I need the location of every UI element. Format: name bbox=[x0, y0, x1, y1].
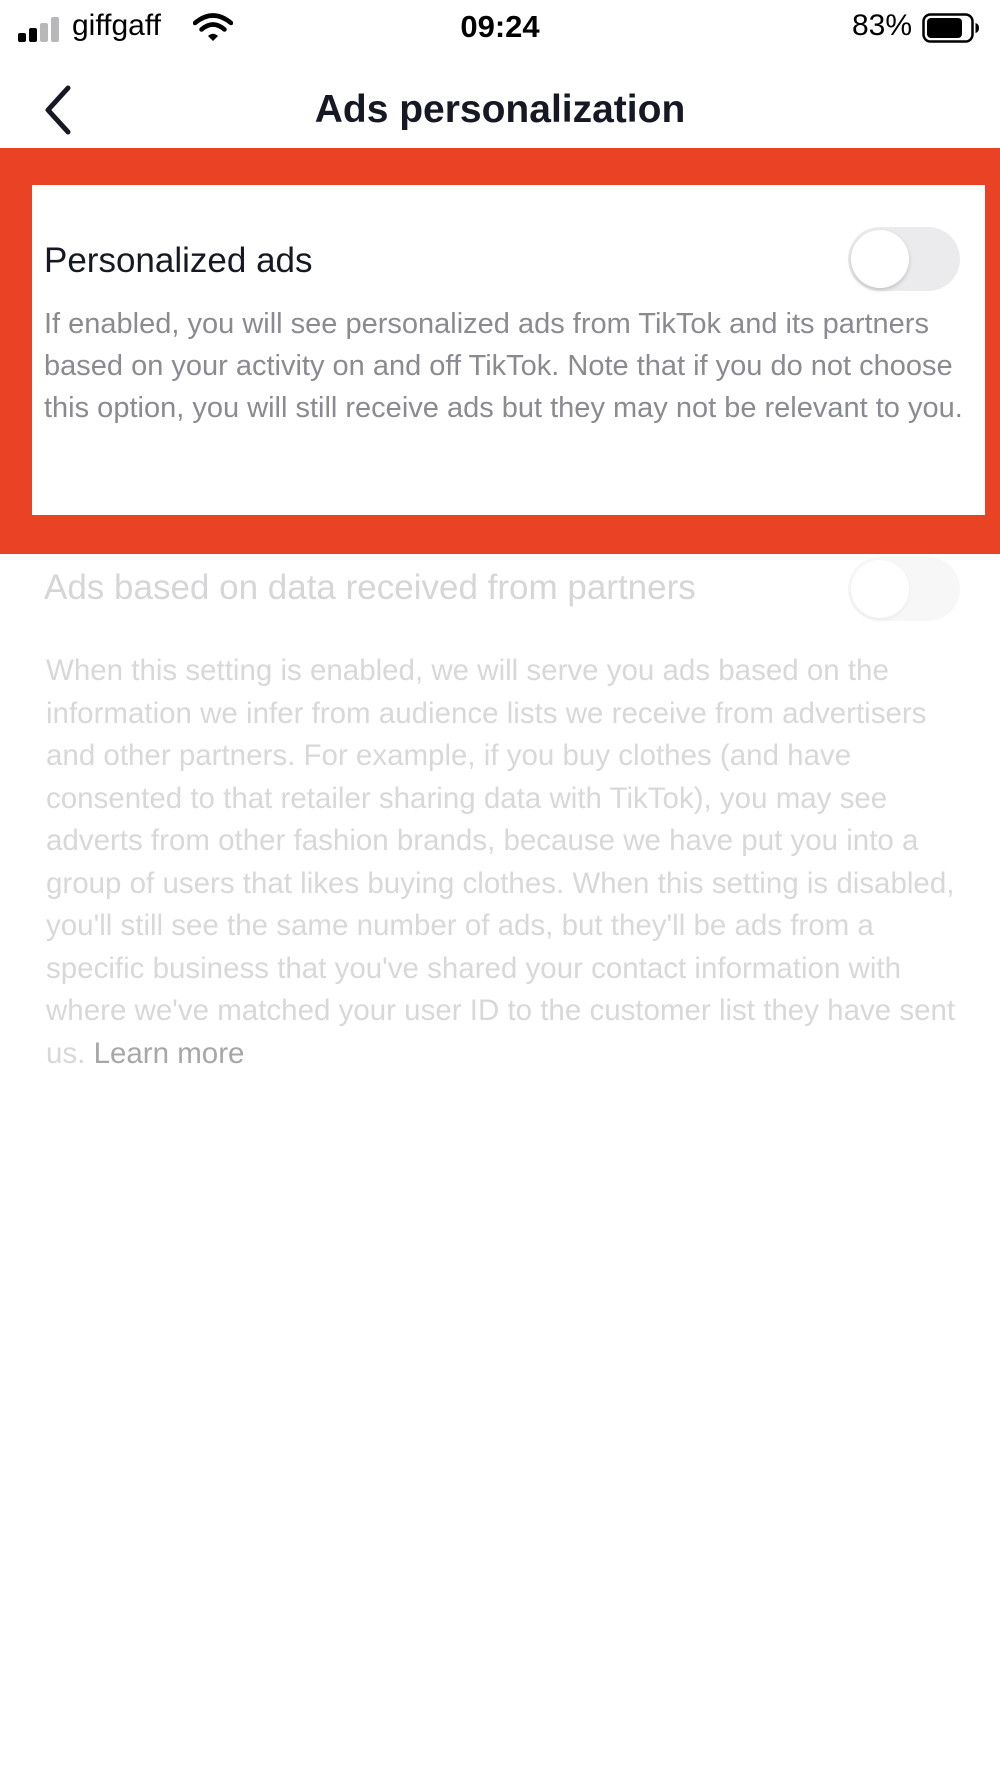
toggle-knob bbox=[851, 230, 909, 288]
highlight-box: Personalized ads If enabled, you will se… bbox=[0, 148, 1000, 554]
status-time: 09:24 bbox=[460, 9, 540, 44]
nav-bar: Ads personalization bbox=[0, 58, 1000, 148]
battery-icon bbox=[922, 13, 980, 43]
page-title: Ads personalization bbox=[314, 88, 686, 131]
setting-description: If enabled, you will see personalized ad… bbox=[44, 308, 963, 424]
partner-data-ads-toggle[interactable] bbox=[848, 557, 960, 621]
setting-description: When this setting is enabled, we will se… bbox=[46, 650, 966, 1075]
status-bar: giffgaff 09:24 83% bbox=[0, 0, 1000, 58]
setting-partner-data-ads: Ads based on data received from partners… bbox=[0, 554, 1000, 1154]
setting-personalized-ads: Personalized ads If enabled, you will se… bbox=[32, 185, 985, 515]
battery-percentage: 83% bbox=[851, 9, 912, 42]
setting-description-text: When this setting is enabled, we will se… bbox=[46, 654, 956, 1070]
learn-more-link[interactable]: Learn more bbox=[94, 1037, 245, 1070]
personalized-ads-toggle[interactable] bbox=[848, 227, 960, 291]
toggle-knob bbox=[851, 560, 909, 618]
setting-title: Personalized ads bbox=[44, 241, 313, 280]
setting-title: Ads based on data received from partners bbox=[44, 568, 696, 607]
